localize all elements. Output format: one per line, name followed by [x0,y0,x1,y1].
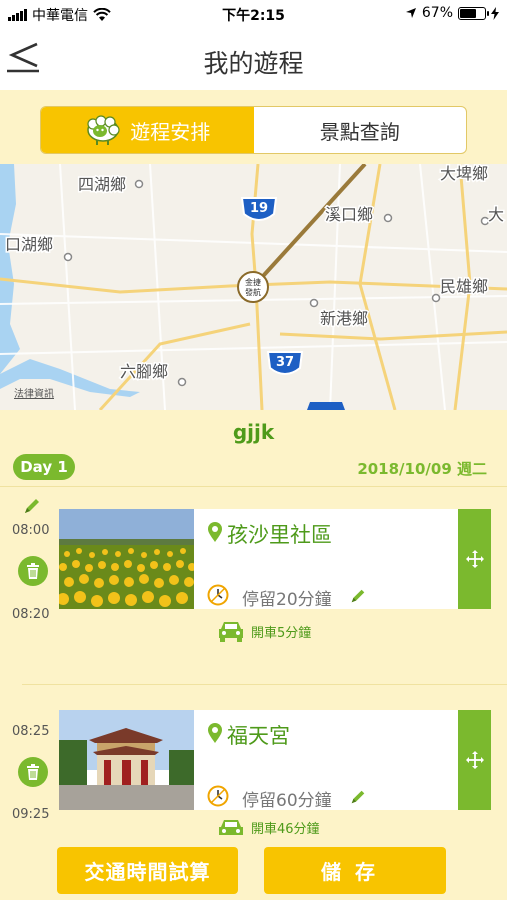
stop-divider [22,684,507,685]
map-label-minxiong: 民雄鄉 [440,277,488,296]
charging-icon [491,6,499,20]
stop-card[interactable]: 孩沙里社區 停留20分鐘 [59,509,458,610]
stop-stay-duration: 停留20分鐘 [242,590,332,610]
stop-end-time: 09:25 [12,807,50,822]
day-divider [0,486,507,487]
travel-time-calc-button[interactable]: 交通時間試算 [57,847,238,894]
drag-handle[interactable] [458,710,491,810]
clock-icon [207,785,229,807]
trip-name: gjjk [0,410,507,454]
location-pin-icon [208,522,222,542]
page-title: 我的遊程 [203,49,304,78]
drive-duration: 開車46分鐘 [251,821,320,837]
stop-name: 福天宮 [227,724,290,748]
clock-icon [207,584,229,606]
sheep-logo-icon [87,115,120,145]
map-label-da: 大 [488,205,504,224]
map-canvas: 19 37 金捷 發航 四湖鄉 大埤鄉 溪口鄉 大 口湖鄉 民雄鄉 新港鄉 六腳… [0,164,507,410]
road-19-label: 19 [250,201,268,216]
trash-icon [27,563,39,579]
stop-name: 孩沙里社區 [227,523,332,547]
tab-itinerary-label: 遊程安排 [130,119,211,144]
tab-itinerary[interactable]: 遊程安排 [41,107,254,153]
stop-photo-temple [59,710,194,810]
drive-duration: 開車5分鐘 [251,625,312,641]
map-label-xingang: 新港鄉 [320,309,368,328]
map-label-liujiao: 六腳鄉 [120,362,168,381]
stop-start-time: 08:25 [12,724,50,739]
move-arrows-icon [465,751,484,769]
stop-card[interactable]: 福天宮 停留60分鐘 [59,710,458,811]
battery-percent: 67% [421,5,453,21]
save-button[interactable]: 儲存 [264,847,446,894]
road-37-label: 37 [276,355,294,370]
location-pin-icon [208,723,222,743]
car-icon [219,622,243,642]
map-view[interactable]: 19 37 金捷 發航 四湖鄉 大埤鄉 溪口鄉 大 口湖鄉 民雄鄉 新港鄉 六腳… [0,164,507,410]
map-label-dapi: 大埤鄉 [440,164,488,183]
stop-start-time: 08:00 [12,523,50,538]
day-header: Day 1 2018/10/09 週二 [0,454,507,480]
status-right: 67% [405,5,499,21]
car-icon [219,820,243,835]
move-arrows-icon [465,550,484,568]
edit-time-pencil-icon[interactable] [22,496,42,516]
station-label-bottom: 發航 [245,287,261,297]
drag-handle[interactable] [458,509,491,609]
stop-end-time: 08:20 [12,607,50,622]
nav-bar: 我的遊程 [0,28,507,90]
main-content: 遊程安排 景點查詢 19 37 金捷 發航 四湖鄉 大埤鄉 溪口鄉 大 口湖鄉 … [0,90,507,900]
tab-attractions-label: 景點查詢 [319,119,400,144]
battery-icon [458,6,489,20]
stop-stay-duration: 停留60分鐘 [242,791,332,811]
map-label-kouhu: 口湖鄉 [5,235,53,254]
location-arrow-icon [405,8,416,18]
station-label-top: 金捷 [245,277,261,287]
segmented-control: 遊程安排 景點查詢 [40,106,467,154]
day-date: 2018/10/09 週二 [357,460,487,478]
delete-stop-button[interactable] [18,556,48,586]
edit-stay-pencil-icon[interactable] [349,788,367,806]
delete-stop-button[interactable] [18,757,48,787]
trash-icon [27,764,39,780]
drive-info: 開車5分鐘 [217,619,311,643]
edit-stay-pencil-icon[interactable] [349,587,367,605]
stop-photo-sunflower [59,509,194,609]
day-badge: Day 1 [13,454,75,480]
tab-attractions[interactable]: 景點查詢 [254,107,467,153]
drive-info: 開車46分鐘 [217,817,320,837]
status-bar: 中華電信 下午2:15 67% [0,0,507,28]
map-legal-link: 法律資訊 [14,387,54,400]
map-label-xikou: 溪口鄉 [325,205,373,224]
map-label-sihu: 四湖鄉 [78,175,126,194]
station-marker-icon [237,271,269,303]
